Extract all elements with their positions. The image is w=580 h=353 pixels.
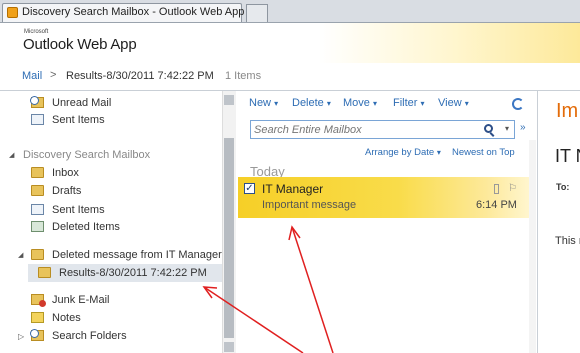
message-sender: IT Manager bbox=[262, 182, 324, 196]
search-folders-icon bbox=[30, 329, 44, 341]
sort-order-button[interactable]: Newest on Top bbox=[452, 147, 515, 158]
expand-triangle-icon[interactable]: ▷ bbox=[18, 328, 24, 345]
item-count: 1 Items bbox=[225, 70, 262, 82]
junk-email-icon bbox=[31, 294, 46, 307]
message-subject: Important message bbox=[262, 199, 357, 211]
filter-button[interactable]: Filter ▾ bbox=[393, 97, 425, 109]
app-logo: Outlook Web App bbox=[23, 36, 137, 53]
unread-mail-icon bbox=[30, 96, 44, 108]
new-tab-button[interactable] bbox=[246, 4, 268, 22]
folder-icon bbox=[38, 267, 51, 278]
owa-icon bbox=[7, 7, 18, 18]
breadcrumb-separator: > bbox=[50, 69, 57, 81]
scroll-up-button[interactable] bbox=[224, 95, 234, 105]
sent-items-icon bbox=[31, 204, 44, 215]
notes-icon bbox=[31, 312, 44, 323]
message-time: 6:14 PM bbox=[476, 199, 517, 211]
reading-subject: Im bbox=[556, 100, 579, 122]
sent-items-icon bbox=[31, 114, 44, 125]
inbox-icon bbox=[31, 167, 44, 178]
view-button[interactable]: View ▾ bbox=[438, 97, 469, 109]
drafts-icon bbox=[31, 185, 44, 196]
phone-icon bbox=[494, 184, 499, 194]
scrollbar-thumb[interactable] bbox=[224, 138, 234, 338]
reading-body: This m bbox=[555, 235, 580, 247]
reading-sender: IT N bbox=[555, 146, 580, 166]
browser-tab-title: Discovery Search Mailbox - Outlook Web A… bbox=[22, 6, 245, 18]
collapse-triangle-icon[interactable]: ◢ bbox=[9, 147, 14, 164]
move-button[interactable]: Move ▾ bbox=[343, 97, 377, 109]
reading-to-label: To: bbox=[556, 182, 570, 192]
refresh-icon[interactable] bbox=[512, 98, 524, 110]
folder-icon bbox=[31, 249, 44, 260]
message-checkbox[interactable]: ✓ bbox=[244, 183, 255, 194]
search-box[interactable] bbox=[250, 120, 515, 139]
flag-icon[interactable]: ⚐ bbox=[508, 183, 517, 194]
breadcrumb-mail-link[interactable]: Mail bbox=[22, 70, 42, 82]
arrow-to-message bbox=[288, 225, 334, 353]
search-input[interactable] bbox=[254, 122, 474, 137]
list-scrollbar[interactable] bbox=[529, 140, 536, 353]
scroll-down-button[interactable] bbox=[224, 342, 234, 352]
reading-pane bbox=[537, 91, 580, 353]
brand-small: Microsoft bbox=[24, 29, 49, 35]
collapse-triangle-icon[interactable]: ◢ bbox=[18, 247, 23, 264]
deleted-items-icon bbox=[31, 221, 44, 232]
collapse-chevron-icon[interactable]: » bbox=[520, 122, 526, 133]
new-button[interactable]: New ▾ bbox=[249, 97, 278, 109]
breadcrumb-current: Results-8/30/2011 7:42:22 PM bbox=[66, 70, 214, 82]
delete-button[interactable]: Delete ▾ bbox=[292, 97, 331, 109]
search-options-chevron-icon[interactable]: ▾ bbox=[505, 124, 509, 133]
arrange-by-button[interactable]: Arrange by Date ▾ bbox=[365, 147, 441, 158]
browser-tab[interactable]: Discovery Search Mailbox - Outlook Web A… bbox=[2, 3, 245, 22]
search-icon[interactable] bbox=[484, 124, 493, 133]
